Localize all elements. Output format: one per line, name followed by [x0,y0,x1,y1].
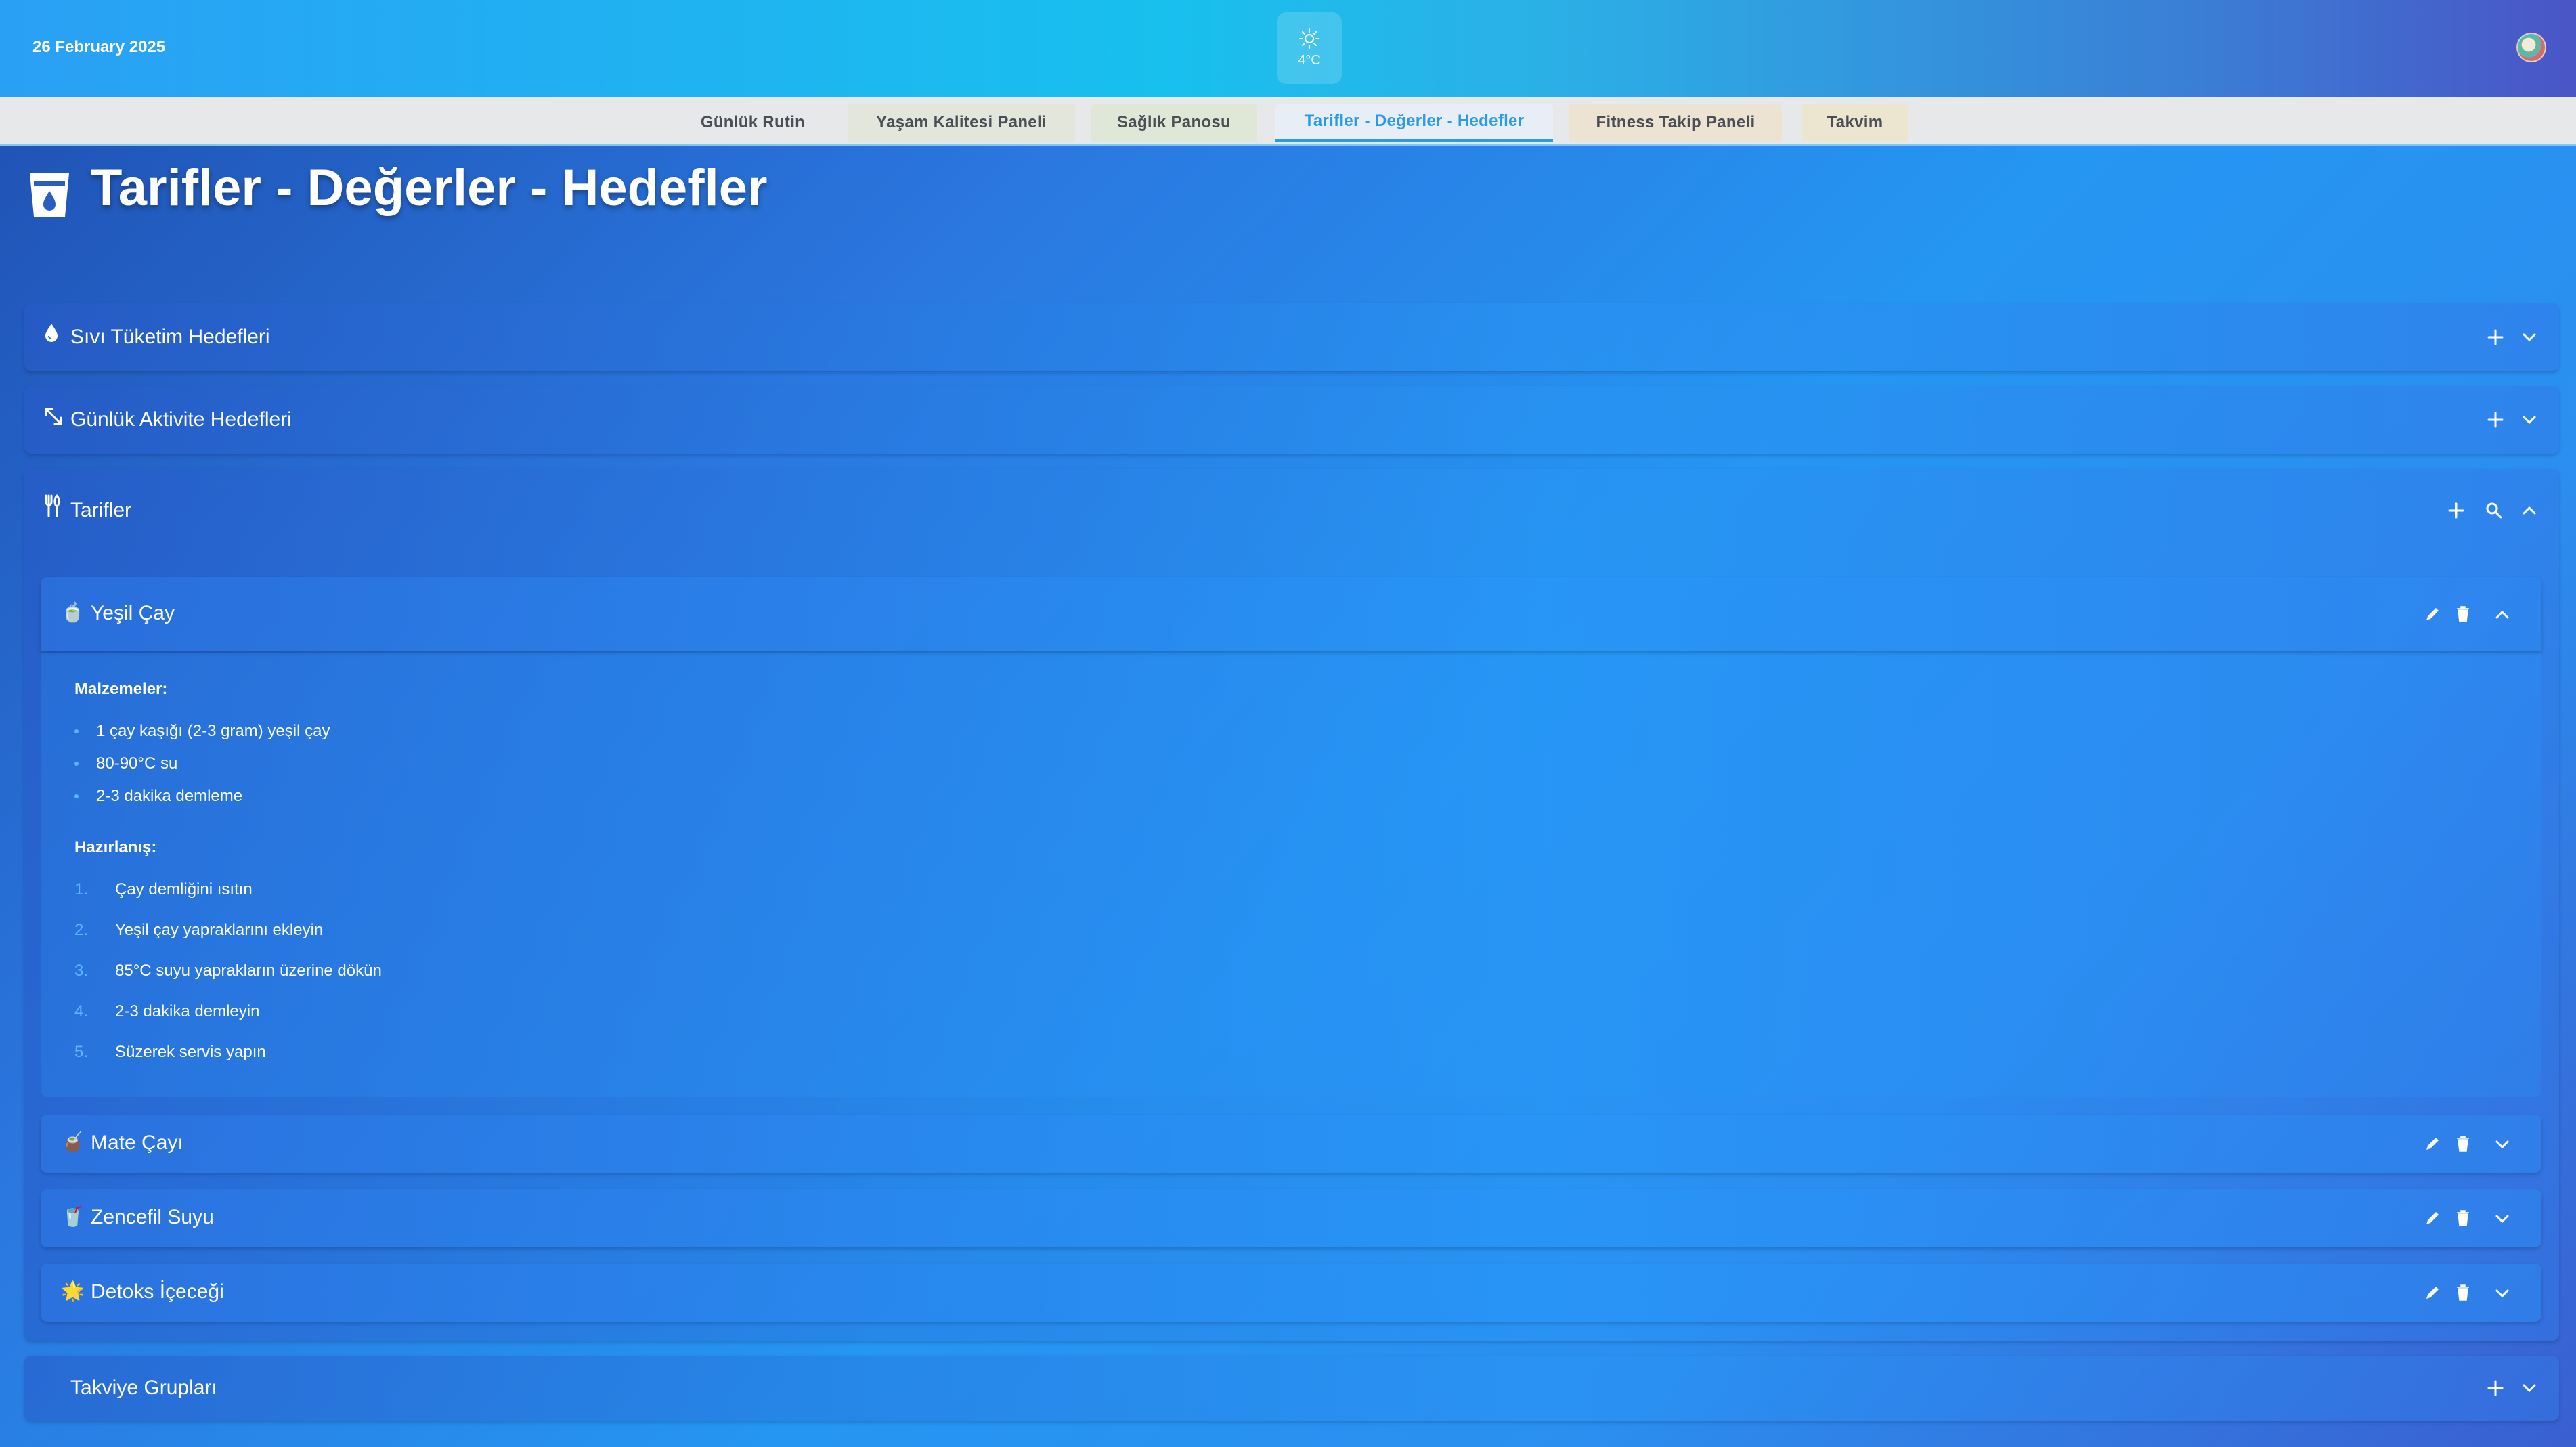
edit-icon[interactable] [2424,1135,2441,1152]
recipe-card-mate-cayi[interactable]: 🧉 Mate Çayı [41,1115,2541,1173]
chevron-down-icon[interactable] [2521,413,2537,427]
recipe-icon: 🍵 [61,602,85,623]
chevron-down-icon[interactable] [2521,330,2537,344]
edit-icon[interactable] [2424,1209,2441,1227]
tab-gunluk-rutin[interactable]: Günlük Rutin [682,104,823,142]
app-header: 26 February 2025 4°C [0,0,2576,97]
section-supplement-groups[interactable]: Takviye Grupları [24,1356,2559,1421]
tab-bar: Günlük Rutin Yaşam Kalitesi Paneli Sağlı… [0,97,2576,146]
recipe-title: Detoks İçeceği [91,1280,224,1303]
section-fluid-goals[interactable]: Sıvı Tüketim Hedefleri [24,303,2559,371]
step-item: 85°C suyu yaprakların üzerine dökün [115,962,382,980]
step-item: Çay demliğini ısıtın [115,880,253,899]
weather-widget[interactable]: 4°C [1277,12,1342,84]
section-title: Tarifler [70,499,132,521]
glass-water-icon [30,173,69,217]
steps-label: Hazırlanış: [74,838,157,857]
chevron-down-icon[interactable] [2494,1212,2510,1226]
recipe-title: Mate Çayı [91,1131,183,1154]
step-number: 2. [74,921,89,939]
search-icon[interactable] [2485,501,2504,520]
tab-takvim[interactable]: Takvim [1802,104,1908,142]
step-number: 5. [74,1043,89,1061]
page-title: Tarifler - Değerler - Hedefler [91,159,768,217]
section-title: Sıvı Tüketim Hedefleri [70,326,270,348]
chevron-down-icon[interactable] [2521,1381,2537,1395]
add-icon[interactable] [2447,501,2466,520]
utensils-icon [45,494,60,517]
recipe-card-detoks-icecegi[interactable]: 🌟 Detoks İçeceği [41,1264,2541,1322]
trash-icon[interactable] [2455,1284,2471,1301]
tab-yasam-kalitesi[interactable]: Yaşam Kalitesi Paneli [848,104,1075,142]
recipe-title: Zencefil Suyu [91,1206,214,1228]
recipe-card-zencefil-suyu[interactable]: 🥤 Zencefil Suyu [41,1189,2541,1247]
ingredients-label: Malzemeler: [74,680,168,698]
ingredient-item: 1 çay kaşığı (2-3 gram) yeşil çay [96,722,330,740]
ingredient-item: 2-3 dakika demleme [96,787,243,805]
droplet-icon [45,324,58,342]
step-item: 2-3 dakika demleyin [115,1002,260,1020]
trash-icon[interactable] [2455,1135,2471,1152]
section-title: Günlük Aktivite Hedefleri [70,408,292,431]
bullet [74,794,79,798]
step-item: Yeşil çay yapraklarını ekleyin [115,921,324,939]
step-item: Süzerek servis yapın [115,1043,266,1061]
add-icon[interactable] [2486,410,2505,429]
section-activity-goals[interactable]: Günlük Aktivite Hedefleri [24,386,2559,454]
section-title: Takviye Grupları [70,1377,217,1399]
step-number: 4. [74,1002,89,1020]
expand-arrows-icon [45,408,62,425]
step-number: 3. [74,962,89,980]
recipe-details [41,653,2541,1097]
chevron-down-icon[interactable] [2494,1138,2510,1151]
edit-icon[interactable] [2424,605,2441,623]
add-icon[interactable] [2486,328,2505,347]
header-date: 26 February 2025 [32,38,166,56]
chevron-up-icon[interactable] [2521,504,2537,517]
sun-icon [1299,28,1319,49]
edit-icon[interactable] [2424,1284,2441,1301]
tab-tarifler-degerler-hedefler[interactable]: Tarifler - Değerler - Hedefler [1275,104,1553,142]
tab-saglik-panosu[interactable]: Sağlık Panosu [1091,104,1257,142]
add-icon[interactable] [2486,1379,2505,1398]
ingredient-item: 80-90°C su [96,754,178,773]
avatar[interactable] [2516,33,2546,62]
step-number: 1. [74,880,89,899]
trash-icon[interactable] [2455,1209,2471,1227]
recipe-card-yesil-cay[interactable]: 🍵 Yeşil Çay [41,577,2541,651]
recipe-title: Yeşil Çay [91,602,175,624]
recipe-icon: 🌟 [61,1280,85,1301]
chevron-down-icon[interactable] [2494,1287,2510,1300]
weather-temperature: 4°C [1298,52,1321,68]
recipe-icon: 🥤 [61,1206,85,1227]
bullet [74,762,79,766]
recipe-icon: 🧉 [61,1131,85,1152]
bullet [74,729,79,733]
tab-fitness-takip[interactable]: Fitness Takip Paneli [1569,104,1782,142]
trash-icon[interactable] [2455,605,2471,623]
chevron-up-icon[interactable] [2494,608,2510,622]
